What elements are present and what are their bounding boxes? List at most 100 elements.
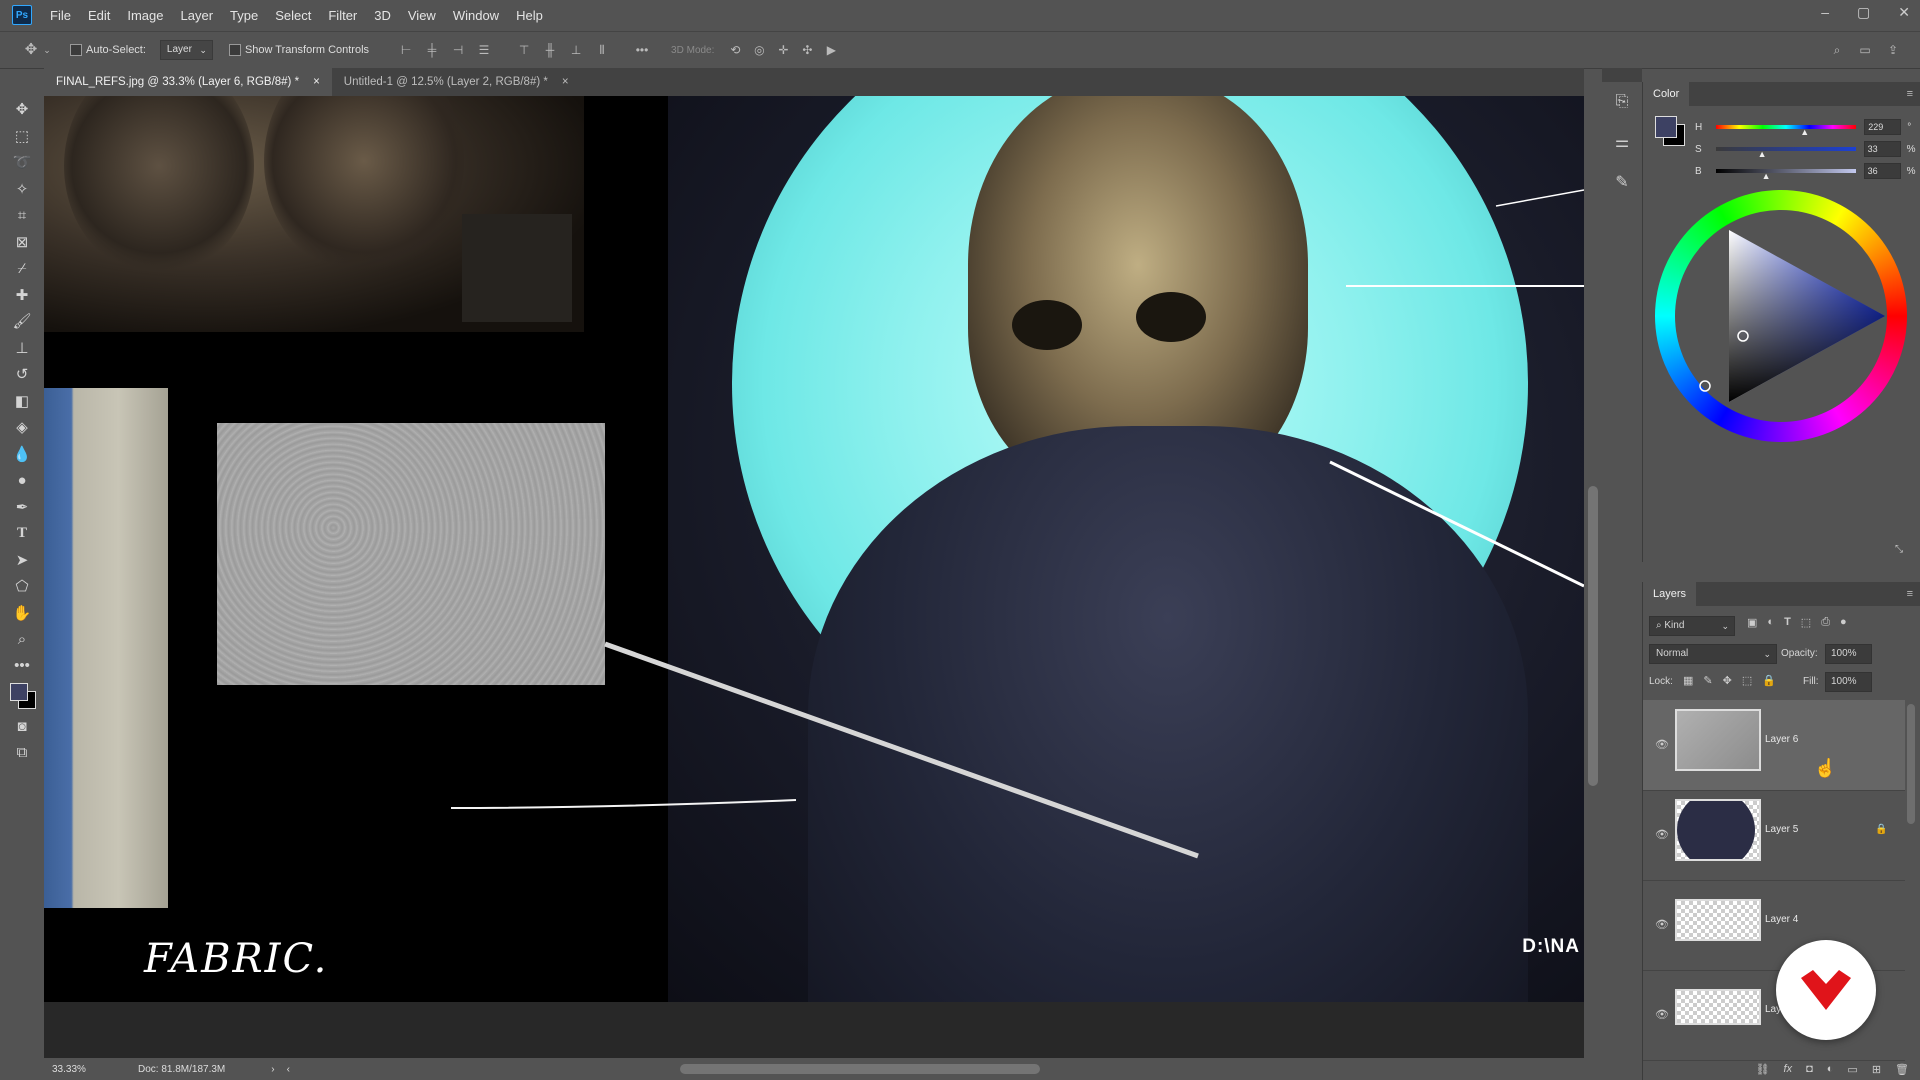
color-panel-title[interactable]: Color xyxy=(1643,82,1690,106)
hue-ring-handle[interactable] xyxy=(1699,380,1711,392)
tab-untitled-1[interactable]: Untitled-1 @ 12.5% (Layer 2, RGB/8#) * × xyxy=(332,68,581,96)
brush-panel-icon[interactable]: ✎ xyxy=(1602,162,1642,202)
visibility-eye-icon[interactable]: 👁 xyxy=(1655,828,1669,841)
auto-select-checkbox[interactable] xyxy=(70,44,86,57)
layer-row-layer-6[interactable]: 👁 Layer 6 xyxy=(1643,700,1905,791)
close-tab-icon[interactable]: × xyxy=(313,68,320,96)
align-hcenter-icon[interactable]: ╪ xyxy=(425,43,439,57)
horizontal-scroll-thumb[interactable] xyxy=(680,1064,1040,1074)
healing-brush-icon[interactable]: ✚ xyxy=(0,282,44,309)
distribute-icon[interactable]: ☰ xyxy=(477,43,491,57)
shape-tool-icon[interactable]: ⬠ xyxy=(0,573,44,600)
close-tab-icon[interactable]: × xyxy=(562,68,569,96)
maximize-icon[interactable]: ▢ xyxy=(1857,4,1870,21)
menu-file[interactable]: File xyxy=(50,8,71,23)
delete-layer-icon[interactable]: 🗑 xyxy=(1895,1063,1909,1076)
layer-name[interactable]: Layer 6 xyxy=(1765,734,1798,745)
pixel-filter-icon[interactable]: ▣ xyxy=(1747,616,1757,629)
lock-position-icon[interactable]: ✥ xyxy=(1723,674,1732,687)
smart-object-filter-icon[interactable]: ⎙ xyxy=(1821,616,1830,629)
recording-badge[interactable] xyxy=(1776,940,1876,1040)
filter-toggle-icon[interactable]: ● xyxy=(1840,616,1847,629)
align-bottom-icon[interactable]: ⊥ xyxy=(569,43,583,57)
menu-view[interactable]: View xyxy=(408,8,436,23)
roll-icon[interactable]: ◎ xyxy=(752,43,766,57)
shape-filter-icon[interactable]: ⬚ xyxy=(1801,616,1811,629)
history-panel-icon[interactable]: ⎘ xyxy=(1602,82,1642,122)
layer-name[interactable]: Layer 5 xyxy=(1765,824,1798,835)
blend-mode-dropdown[interactable]: Normal ⌄ xyxy=(1649,644,1777,664)
blur-tool-icon[interactable]: 💧 xyxy=(0,441,44,468)
panel-menu-icon[interactable]: ≡ xyxy=(1907,82,1913,106)
chevron-right-icon[interactable]: › xyxy=(271,1064,274,1075)
layer-name[interactable]: Layer 4 xyxy=(1765,914,1798,925)
tab-final-refs[interactable]: FINAL_REFS.jpg @ 33.3% (Layer 6, RGB/8#)… xyxy=(44,68,332,96)
brush-tool-icon[interactable]: 🖌 xyxy=(0,308,44,335)
new-group-icon[interactable]: ▭ xyxy=(1847,1063,1857,1076)
menu-layer[interactable]: Layer xyxy=(181,8,214,23)
menu-3d[interactable]: 3D xyxy=(374,8,391,23)
lock-all-icon[interactable]: 🔒 xyxy=(1762,674,1776,687)
visibility-eye-icon[interactable]: 👁 xyxy=(1655,738,1669,751)
chevron-down-icon[interactable]: ⌄ xyxy=(40,43,54,57)
opacity-input[interactable]: 100% xyxy=(1825,644,1872,664)
properties-panel-icon[interactable]: ⚌ xyxy=(1602,122,1642,162)
move-tool-icon[interactable]: ✥ xyxy=(24,42,38,57)
hue-slider[interactable]: ▲ xyxy=(1716,125,1857,137)
pan-icon[interactable]: ✛ xyxy=(776,43,790,57)
visibility-eye-icon[interactable]: 👁 xyxy=(1655,1008,1669,1021)
share-icon[interactable]: ⇪ xyxy=(1886,43,1900,57)
hue-handle[interactable]: ▲ xyxy=(1800,127,1809,137)
layers-scroll-thumb[interactable] xyxy=(1907,704,1915,824)
saturation-brightness-triangle[interactable] xyxy=(1655,190,1907,442)
orbit-icon[interactable]: ⟲ xyxy=(728,43,742,57)
visibility-eye-icon[interactable]: 👁 xyxy=(1655,918,1669,931)
fill-input[interactable]: 100% xyxy=(1825,672,1872,692)
zoom-tool-icon[interactable]: ⌕ xyxy=(0,626,44,653)
more-tools-icon[interactable]: ••• xyxy=(0,653,44,680)
layer-row-layer-5[interactable]: 👁 Layer 5 🔒 xyxy=(1643,790,1905,881)
layer-filter-dropdown[interactable]: ⌕ Kind ⌄ xyxy=(1649,616,1735,636)
dodge-tool-icon[interactable]: ● xyxy=(0,467,44,494)
path-select-icon[interactable]: ➤ xyxy=(0,547,44,574)
auto-select-dropdown[interactable]: Layer ⌄ xyxy=(159,40,213,60)
link-layers-icon[interactable]: ⛓ xyxy=(1756,1063,1770,1076)
marquee-tool-icon[interactable]: ⬚ xyxy=(0,123,44,150)
saturation-handle[interactable]: ▲ xyxy=(1758,149,1767,159)
adjustment-filter-icon[interactable]: ◐ xyxy=(1767,616,1774,629)
lock-artboard-icon[interactable]: ⬚ xyxy=(1742,674,1752,687)
color-wheel[interactable] xyxy=(1655,190,1907,442)
quick-mask-icon[interactable]: ◙ xyxy=(0,713,44,740)
menu-select[interactable]: Select xyxy=(275,8,311,23)
lasso-tool-icon[interactable]: ➰ xyxy=(0,149,44,176)
screen-mode-icon[interactable]: ⧉ xyxy=(0,740,44,767)
search-icon[interactable]: ⌕ xyxy=(1830,43,1844,57)
canvas-area[interactable]: D:\NA FABRIC. xyxy=(44,96,1584,1058)
saturation-slider[interactable]: ▲ xyxy=(1715,147,1856,159)
add-mask-icon[interactable]: ◘ xyxy=(1806,1063,1813,1075)
document-canvas[interactable]: D:\NA FABRIC. xyxy=(44,96,1584,1002)
lock-pixels-icon[interactable]: ✎ xyxy=(1703,674,1712,687)
menu-image[interactable]: Image xyxy=(127,8,163,23)
align-left-icon[interactable]: ⊢ xyxy=(399,43,413,57)
panel-menu-icon[interactable]: ≡ xyxy=(1907,582,1913,606)
brightness-handle[interactable]: ▲ xyxy=(1762,171,1771,181)
vertical-scrollbar[interactable] xyxy=(1584,96,1602,1058)
type-tool-icon[interactable]: T xyxy=(0,520,44,547)
align-right-icon[interactable]: ⊣ xyxy=(451,43,465,57)
more-options-icon[interactable]: ••• xyxy=(635,43,649,57)
move-tool-icon[interactable]: ✥ xyxy=(0,96,44,123)
close-icon[interactable]: ✕ xyxy=(1898,4,1910,21)
collapse-bar[interactable] xyxy=(1602,68,1642,82)
saturation-value[interactable]: 33 xyxy=(1863,141,1901,157)
eraser-icon[interactable]: ◧ xyxy=(0,388,44,415)
history-brush-icon[interactable]: ↺ xyxy=(0,361,44,388)
menu-filter[interactable]: Filter xyxy=(328,8,357,23)
magic-wand-icon[interactable]: ✧ xyxy=(0,176,44,203)
brightness-value[interactable]: 36 xyxy=(1863,163,1901,179)
align-vcenter-icon[interactable]: ╫ xyxy=(543,43,557,57)
menu-edit[interactable]: Edit xyxy=(88,8,110,23)
adjustment-layer-icon[interactable]: ◐ xyxy=(1827,1063,1834,1075)
hue-value[interactable]: 229 xyxy=(1864,119,1902,135)
eyedropper-icon[interactable]: ⌿ xyxy=(0,255,44,282)
